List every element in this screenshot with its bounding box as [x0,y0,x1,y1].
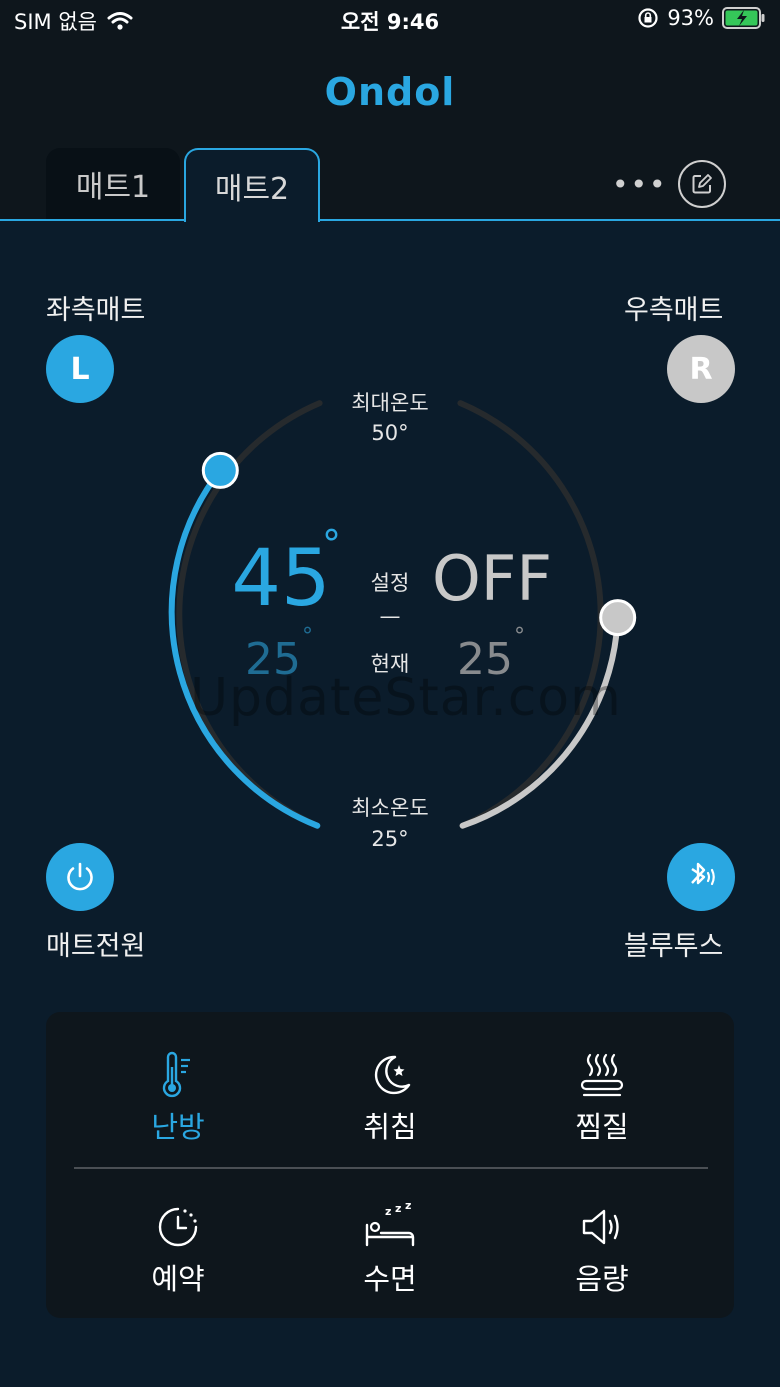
max-temp-label: 최대온도 [351,391,429,415]
min-temp-value: 25° [371,827,409,851]
label-divider: — [379,604,401,628]
panel-divider [74,1167,708,1169]
right-current-degree: ° [514,624,525,649]
mode-bedtime[interactable]: 취침 [290,1050,490,1146]
left-set-degree: ° [322,522,341,566]
min-temp-label: 최소온도 [351,796,429,820]
bluetooth-icon [691,862,715,886]
steam-heat-icon [580,1053,624,1097]
svg-text:z: z [395,1203,401,1215]
mode-steam-label: 찜질 [575,1110,629,1144]
mode-sleep[interactable]: z z z 수면 [290,1202,490,1298]
speaker-icon [582,1209,619,1245]
watermark-text: UpdateStar.com [190,668,622,728]
mode-reservation[interactable]: 예약 [78,1202,278,1298]
mat-power-label: 매트전원 [46,931,146,962]
set-label: 설정 [370,571,410,595]
left-temp-handle[interactable] [201,451,239,489]
sleep-bed-icon: z z z [365,1203,415,1247]
max-temp-value: 50° [371,421,409,445]
mat-power-button[interactable] [46,843,114,911]
right-set-temp: OFF [431,542,553,615]
svg-text:z: z [385,1205,391,1218]
mode-panel: 난방 취침 찜질 예약 z z z 수면 음량 [46,1012,734,1318]
moon-star-icon [374,1055,411,1095]
mode-bedtime-label: 취침 [363,1110,417,1144]
left-set-temp: 45 [231,534,331,624]
mode-sleep-label: 수면 [363,1262,417,1296]
svg-text:z: z [405,1203,411,1212]
right-temp-handle[interactable] [599,599,637,637]
mode-volume[interactable]: 음량 [502,1202,702,1298]
mode-heating[interactable]: 난방 [78,1050,278,1146]
bluetooth-label: 블루투스 [624,931,724,962]
power-icon [67,862,93,891]
mode-steam[interactable]: 찜질 [502,1050,702,1146]
thermometer-icon [162,1051,190,1098]
timer-clock-icon [158,1207,198,1247]
mode-reservation-label: 예약 [151,1262,205,1296]
left-current-degree: ° [302,624,313,649]
mode-heating-label: 난방 [151,1110,205,1144]
bluetooth-button[interactable] [667,843,735,911]
mode-volume-label: 음량 [575,1262,629,1296]
